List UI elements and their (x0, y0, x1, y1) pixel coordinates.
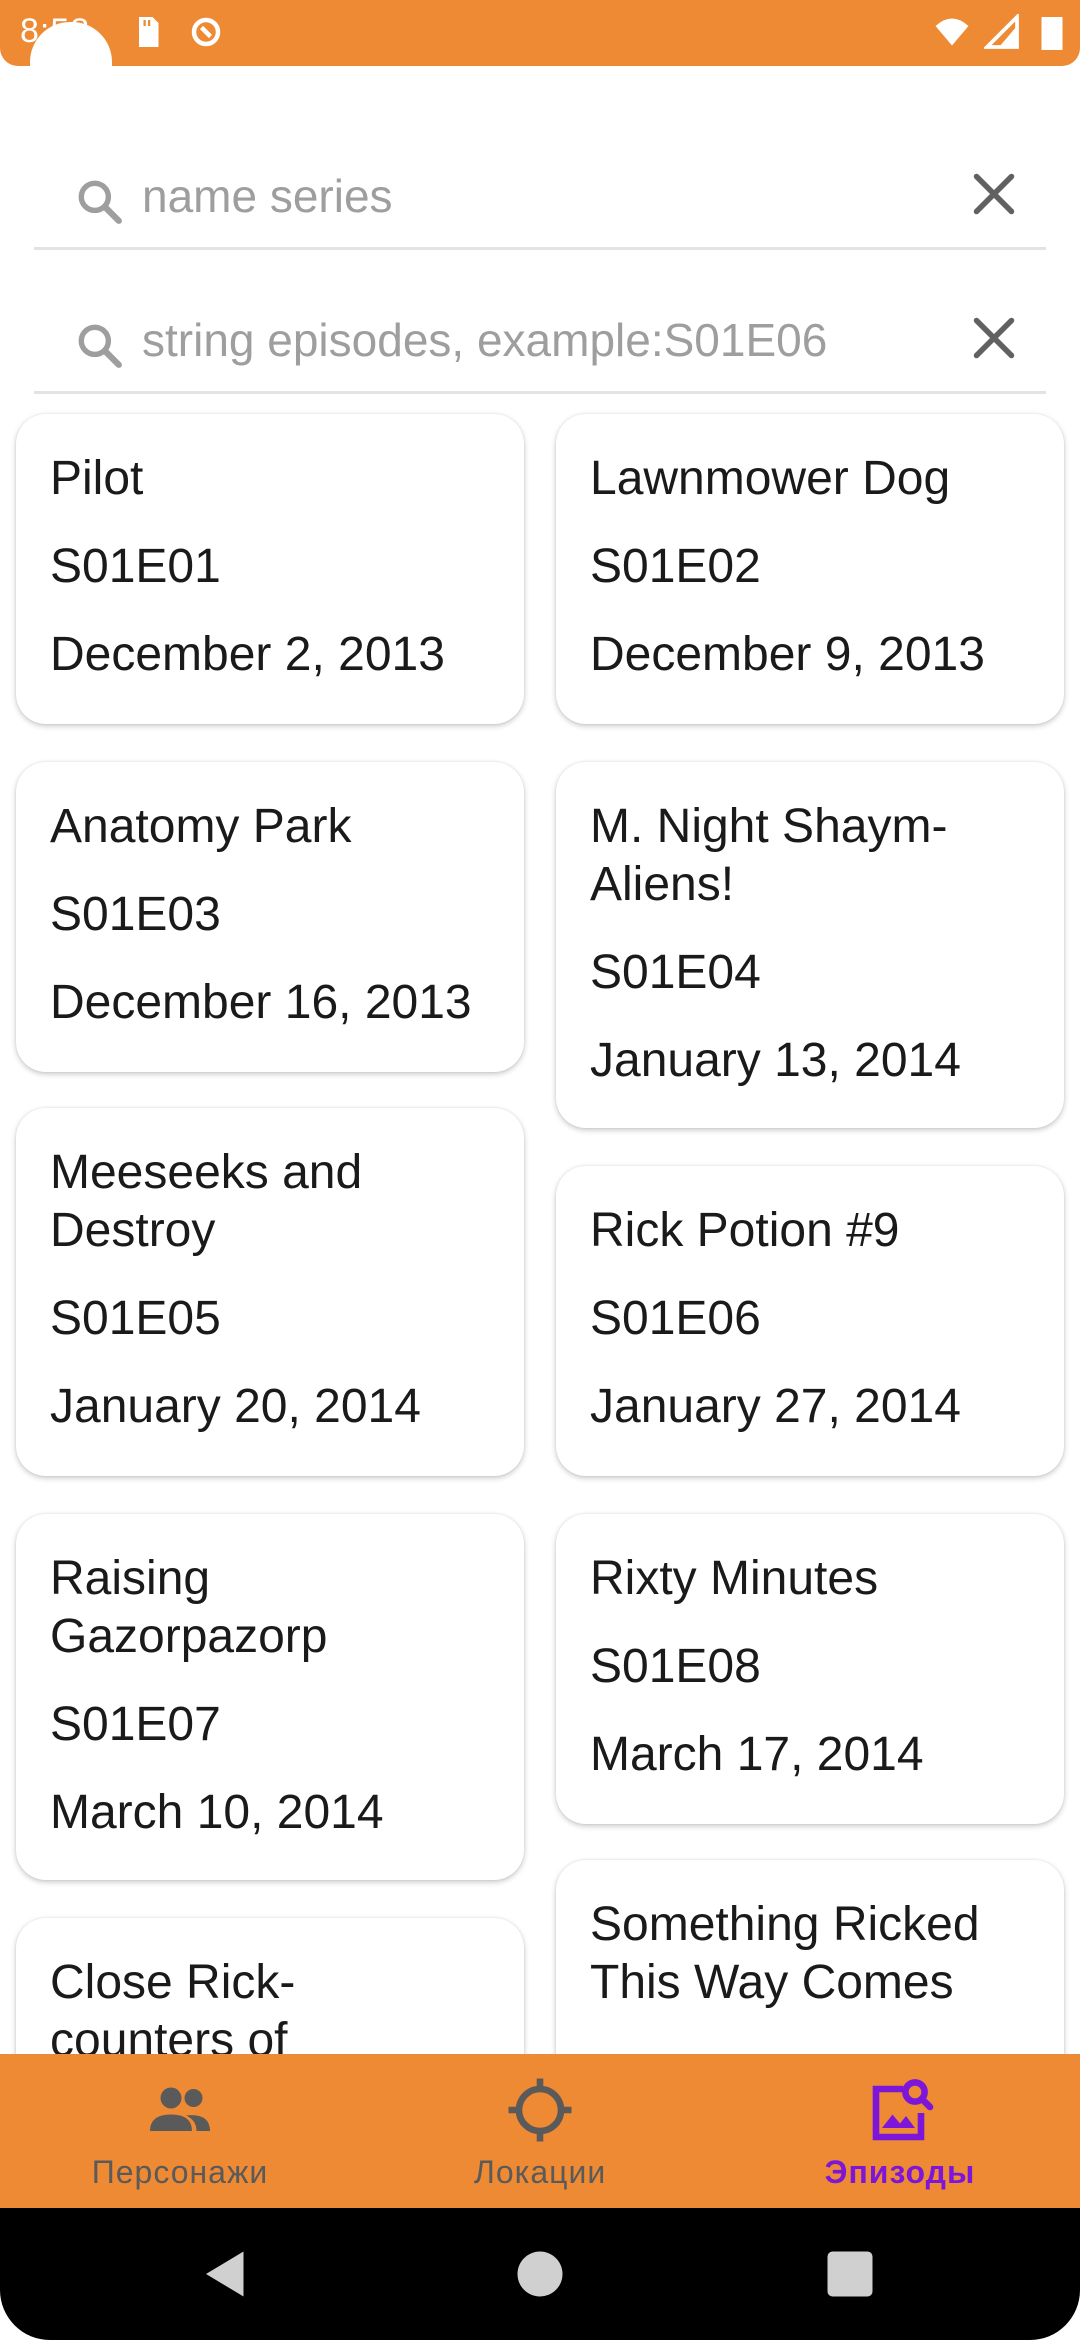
episode-code: S01E03 (50, 888, 221, 941)
episode-name: Anatomy Park (50, 800, 352, 853)
episode-name: Close Rick-counters of (50, 1956, 296, 2056)
episode-date: March 17, 2014 (590, 1728, 924, 1781)
home-circle-icon[interactable] (510, 2244, 570, 2304)
search-icon (78, 180, 122, 224)
episode-date: January 20, 2014 (50, 1380, 421, 1433)
episode-date: March 10, 2014 (50, 1786, 384, 1839)
nav-label: Персонажи (91, 2154, 269, 2190)
name-search-input[interactable] (142, 158, 962, 234)
nav-label: Локации (473, 2154, 607, 2190)
nav-locations[interactable]: Локации (360, 2054, 720, 2208)
episode-card[interactable]: Anatomy Park S01E03 December 16, 2013 (16, 762, 524, 1072)
episode-date: January 13, 2014 (590, 1034, 961, 1087)
episode-card[interactable]: Rixty Minutes S01E08 March 17, 2014 (556, 1514, 1064, 1824)
nav-characters[interactable]: Персонажи (0, 2054, 360, 2208)
close-icon[interactable] (964, 308, 1024, 368)
episode-name: Rixty Minutes (590, 1552, 879, 1605)
recents-square-icon[interactable] (820, 2244, 880, 2304)
episode-name: Lawnmower Dog (590, 452, 951, 505)
episode-card[interactable]: Close Rick-counters of (16, 1918, 524, 2056)
system-navigation-bar (0, 2208, 1080, 2340)
episode-code: S01E01 (50, 540, 221, 593)
episode-card[interactable]: Rick Potion #9 S01E06 January 27, 2014 (556, 1166, 1064, 1476)
close-icon[interactable] (964, 164, 1024, 224)
episode-card[interactable]: Raising Gazorpazorp S01E07 March 10, 201… (16, 1514, 524, 1880)
name-search-field[interactable] (34, 140, 1046, 250)
episode-date: December 16, 2013 (50, 976, 472, 1029)
nav-label: Эпизоды (824, 2154, 976, 2190)
search-icon (78, 324, 122, 368)
episode-name: M. Night Shaym-Aliens! (590, 800, 948, 911)
episode-code: S01E07 (50, 1698, 221, 1751)
episode-card[interactable]: M. Night Shaym-Aliens! S01E04 January 13… (556, 762, 1064, 1128)
episode-code: S01E04 (590, 946, 761, 999)
people-icon (150, 2087, 210, 2131)
episode-date: December 9, 2013 (590, 628, 985, 681)
episode-date: December 2, 2013 (50, 628, 445, 681)
episode-name: Raising Gazorpazorp (50, 1552, 328, 1663)
episode-name: Pilot (50, 452, 144, 505)
back-triangle-icon[interactable] (196, 2244, 256, 2304)
episode-card[interactable]: Pilot S01E01 December 2, 2013 (16, 414, 524, 724)
episode-code: S01E08 (590, 1640, 761, 1693)
episode-date: January 27, 2014 (590, 1380, 961, 1433)
episode-search-field[interactable] (34, 284, 1046, 394)
image-search-icon (872, 2079, 934, 2141)
bottom-navigation: Персонажи Локации Эпизоды (0, 2054, 1080, 2208)
episode-search-input[interactable] (142, 302, 962, 378)
episode-code: S01E06 (590, 1292, 761, 1345)
episode-code: S01E05 (50, 1292, 221, 1345)
episode-card[interactable]: Something Ricked This Way Comes (556, 1860, 1064, 2056)
episode-name: Something Ricked This Way Comes (590, 1898, 980, 2009)
nav-episodes[interactable]: Эпизоды (720, 2054, 1080, 2208)
episode-code: S01E02 (590, 540, 761, 593)
location-target-icon (508, 2078, 572, 2142)
episode-name: Rick Potion #9 (590, 1204, 900, 1257)
episode-card[interactable]: Lawnmower Dog S01E02 December 9, 2013 (556, 414, 1064, 724)
episode-card[interactable]: Meeseeks and Destroy S01E05 January 20, … (16, 1108, 524, 1476)
episode-name: Meeseeks and Destroy (50, 1146, 363, 1257)
